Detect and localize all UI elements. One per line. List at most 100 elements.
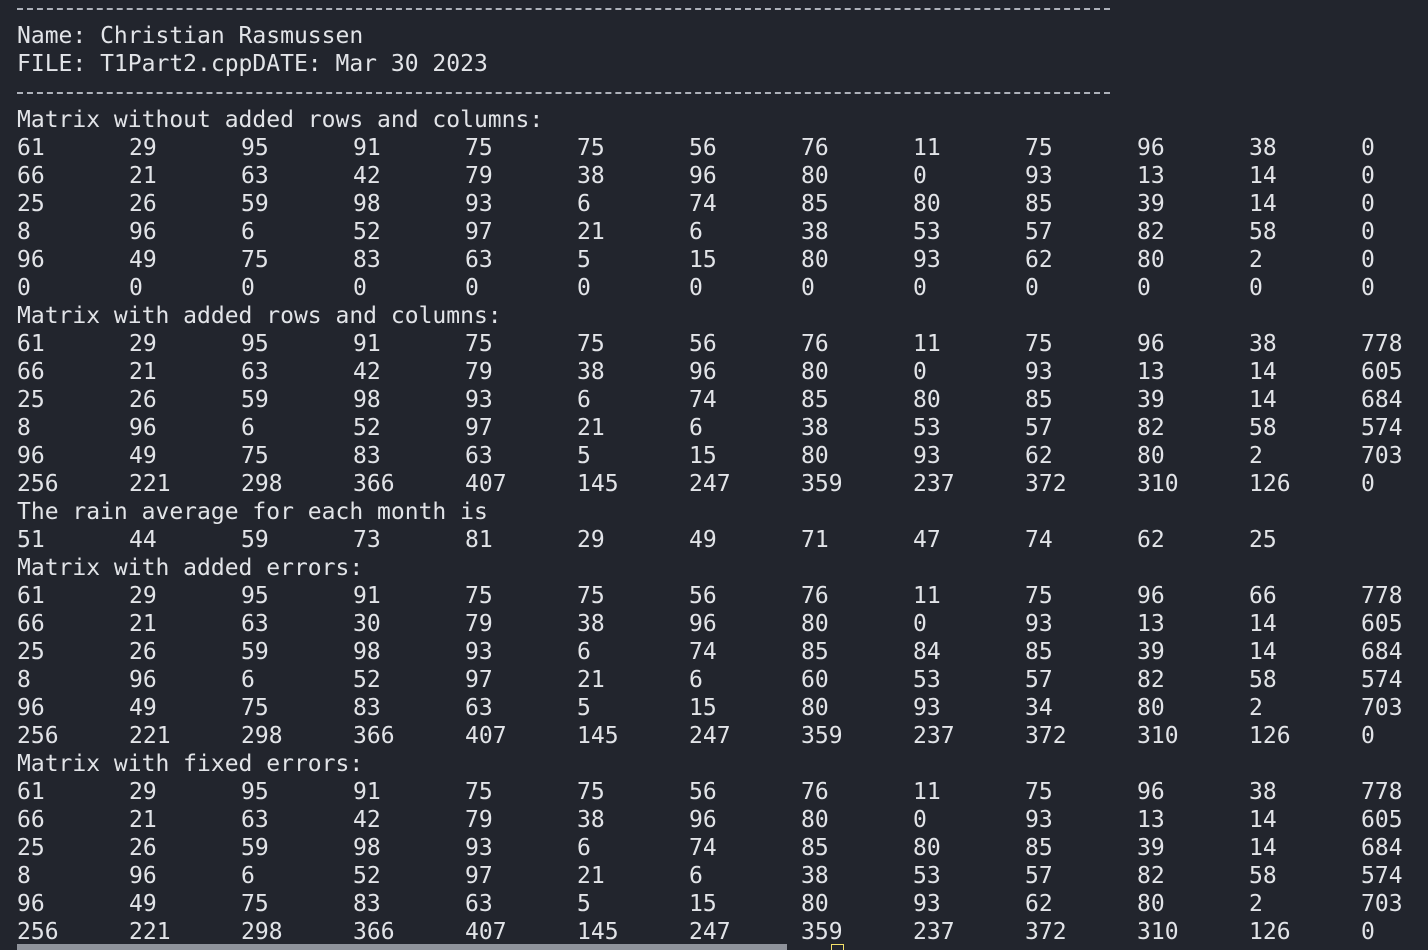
matrix-row: 25 26 59 98 93 6 74 85 80 85 39 14 684 — [0, 386, 1428, 414]
matrix-cell: 96 — [17, 695, 45, 721]
matrix-cell: 13 — [1137, 807, 1165, 833]
section-label: Matrix with added rows and columns: — [17, 303, 502, 329]
matrix-cell: 63 — [465, 247, 493, 273]
matrix-cell: 407 — [465, 919, 507, 945]
matrix-cell: 0 — [1025, 275, 1039, 301]
matrix-cell: 15 — [689, 247, 717, 273]
matrix-cell: 6 — [241, 415, 255, 441]
matrix-cell: 5 — [577, 443, 591, 469]
matrix-row: 61 29 95 91 75 75 56 76 11 75 96 66 778 — [0, 582, 1428, 610]
section-label: The rain average for each month is — [17, 499, 488, 525]
matrix-cell: 126 — [1249, 919, 1291, 945]
matrix-cell: 49 — [129, 891, 157, 917]
matrix-cell: 21 — [577, 863, 605, 889]
matrix-cell: 38 — [577, 611, 605, 637]
matrix-cell: 85 — [1025, 835, 1053, 861]
matrix-cell: 62 — [1025, 891, 1053, 917]
matrix-cell: 6 — [577, 191, 591, 217]
matrix-cell: 63 — [465, 891, 493, 917]
matrix-cell: 13 — [1137, 163, 1165, 189]
matrix-cell: 96 — [1137, 331, 1165, 357]
matrix-cell: 98 — [353, 639, 381, 665]
matrix-cell: 52 — [353, 219, 381, 245]
matrix-cell: 80 — [913, 835, 941, 861]
matrix-cell: 366 — [353, 919, 395, 945]
matrix-cell: 66 — [17, 611, 45, 637]
matrix-cell: 96 — [689, 611, 717, 637]
matrix-cell: 26 — [129, 387, 157, 413]
matrix-cell: 145 — [577, 919, 619, 945]
matrix-cell: 237 — [913, 723, 955, 749]
matrix-cell: 44 — [129, 527, 157, 553]
matrix-cell: 93 — [465, 191, 493, 217]
matrix-cell: 5 — [577, 695, 591, 721]
matrix-cell: 81 — [465, 527, 493, 553]
matrix-cell: 0 — [913, 611, 927, 637]
matrix-cell: 75 — [577, 331, 605, 357]
matrix-cell: 0 — [17, 275, 31, 301]
matrix-cell: 93 — [913, 695, 941, 721]
matrix-cell: 6 — [689, 667, 703, 693]
matrix-cell: 93 — [913, 247, 941, 273]
matrix-cell: 83 — [353, 891, 381, 917]
matrix-cell: 97 — [465, 219, 493, 245]
matrix-cell: 778 — [1361, 331, 1403, 357]
matrix-row: 51 44 59 73 81 29 49 71 47 74 62 25 — [0, 526, 1428, 554]
matrix-cell: 2 — [1249, 443, 1263, 469]
matrix-row: 61 29 95 91 75 75 56 76 11 75 96 38 778 — [0, 778, 1428, 806]
matrix-cell: 8 — [17, 219, 31, 245]
matrix-row: 0 0 0 0 0 0 0 0 0 0 0 0 0 — [0, 274, 1428, 302]
terminal-window[interactable]: Name: Christian Rasmussen FILE: T1Part2.… — [0, 0, 1428, 950]
matrix-cell: 96 — [1137, 779, 1165, 805]
matrix-cell: 14 — [1249, 191, 1277, 217]
matrix-cell: 97 — [465, 415, 493, 441]
matrix-cell: 93 — [1025, 807, 1053, 833]
matrix-cell: 96 — [129, 667, 157, 693]
matrix-cell: 21 — [577, 219, 605, 245]
matrix-cell: 15 — [689, 443, 717, 469]
matrix-cell: 574 — [1361, 863, 1403, 889]
matrix-cell: 75 — [241, 891, 269, 917]
matrix-cell: 96 — [129, 863, 157, 889]
matrix-cell: 14 — [1249, 163, 1277, 189]
matrix-cell: 38 — [1249, 135, 1277, 161]
matrix-cell: 11 — [913, 779, 941, 805]
matrix-row: 25 26 59 98 93 6 74 85 80 85 39 14 684 — [0, 834, 1428, 862]
matrix-cell: 58 — [1249, 219, 1277, 245]
matrix-cell: 29 — [129, 331, 157, 357]
matrix-cell: 25 — [17, 835, 45, 861]
matrix-cell: 95 — [241, 779, 269, 805]
matrix-cell: 221 — [129, 471, 171, 497]
matrix-cell: 62 — [1025, 247, 1053, 273]
matrix-cell: 85 — [801, 191, 829, 217]
matrix-cell: 0 — [913, 275, 927, 301]
matrix-cell: 96 — [1137, 583, 1165, 609]
matrix-cell: 96 — [17, 247, 45, 273]
terminal-cursor — [831, 944, 844, 950]
matrix-cell: 63 — [241, 807, 269, 833]
matrix-cell: 29 — [129, 135, 157, 161]
matrix-cell: 11 — [913, 331, 941, 357]
matrix-cell: 21 — [129, 611, 157, 637]
matrix-cell: 407 — [465, 471, 507, 497]
matrix-cell: 0 — [913, 359, 927, 385]
matrix-row: 96 49 75 83 63 5 15 80 93 62 80 2 703 — [0, 442, 1428, 470]
matrix-cell: 76 — [801, 779, 829, 805]
matrix-cell: 98 — [353, 835, 381, 861]
matrix-row: 66 21 63 42 79 38 96 80 0 93 13 14 605 — [0, 806, 1428, 834]
matrix-cell: 82 — [1137, 667, 1165, 693]
matrix-cell: 42 — [353, 359, 381, 385]
matrix-cell: 52 — [353, 863, 381, 889]
matrix-cell: 96 — [689, 807, 717, 833]
matrix-cell: 145 — [577, 471, 619, 497]
matrix-cell: 58 — [1249, 863, 1277, 889]
matrix-cell: 66 — [17, 163, 45, 189]
matrix-cell: 38 — [801, 863, 829, 889]
matrix-cell: 98 — [353, 387, 381, 413]
matrix-cell: 2 — [1249, 247, 1263, 273]
matrix-cell: 298 — [241, 919, 283, 945]
matrix-cell: 6 — [241, 219, 255, 245]
matrix-cell: 49 — [129, 443, 157, 469]
matrix-cell: 59 — [241, 835, 269, 861]
matrix-cell: 93 — [465, 639, 493, 665]
